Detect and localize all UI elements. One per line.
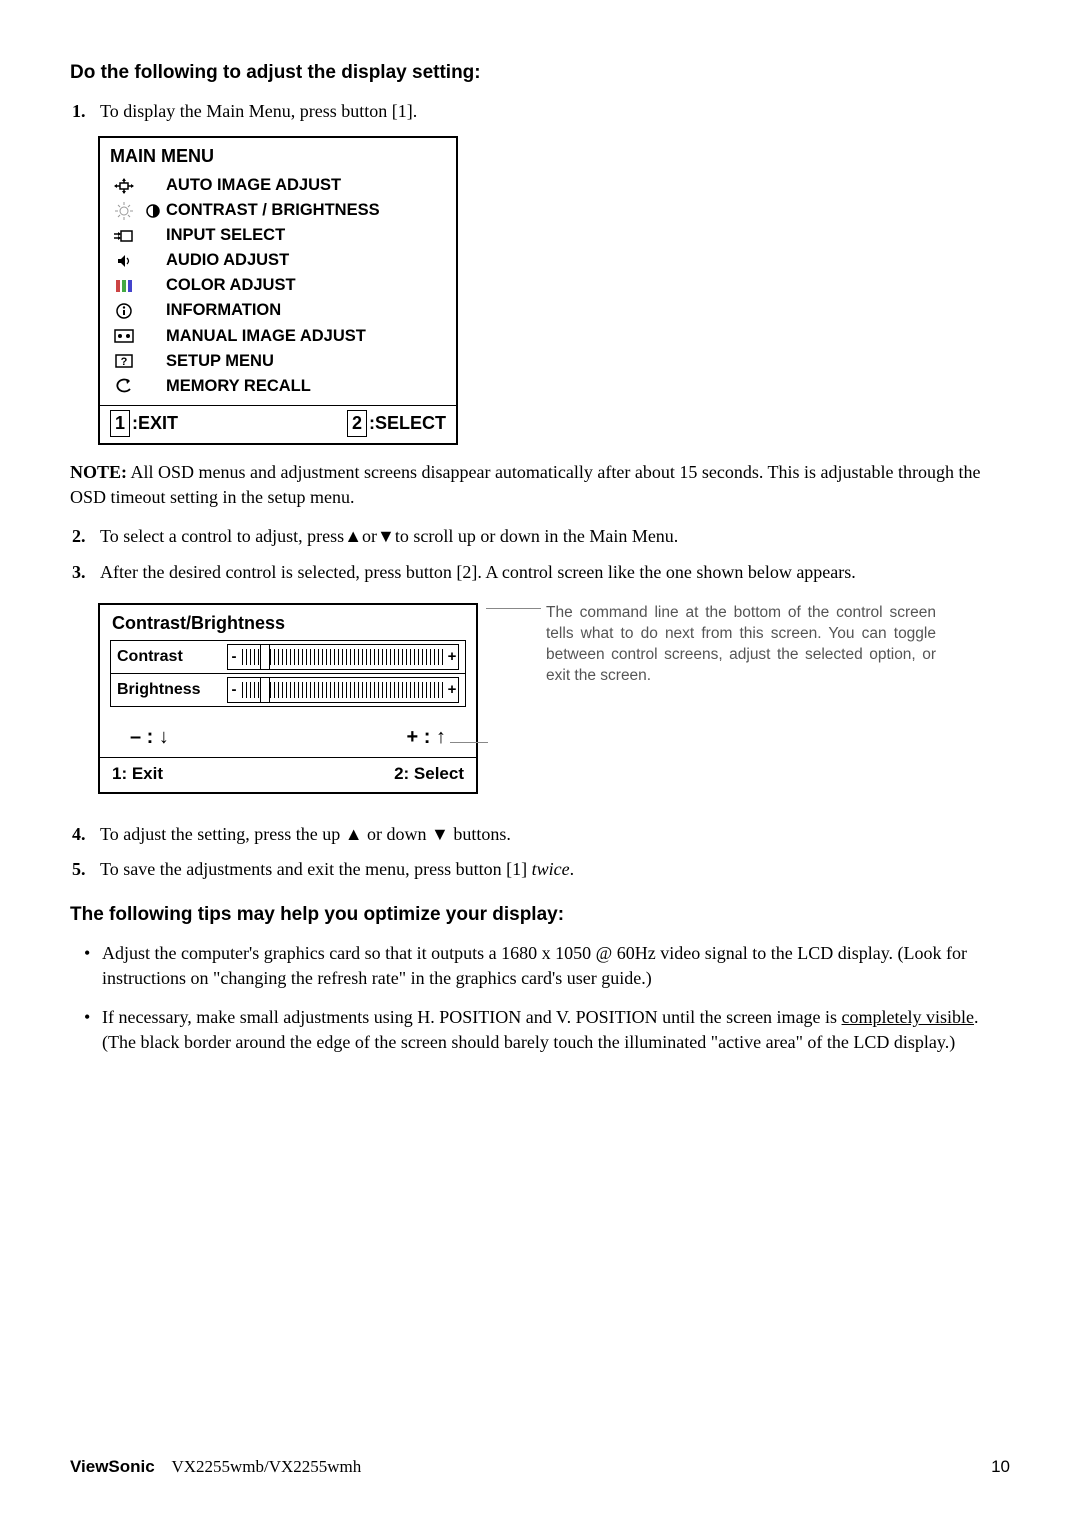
- step-5-text: To save the adjustments and exit the men…: [100, 857, 1010, 882]
- brightness-slider: - +: [227, 677, 459, 703]
- step-5-num: 5.: [72, 857, 100, 882]
- cb-caption: The command line at the bottom of the co…: [546, 603, 936, 687]
- osd-item-auto-image: AUTO IMAGE ADJUST: [110, 173, 446, 198]
- cb-brightness-row: Brightness - +: [111, 674, 465, 706]
- page-footer: ViewSonic VX2255wmb/VX2255wmh 10: [70, 1455, 1010, 1479]
- step-3-text: After the desired control is selected, p…: [100, 560, 1010, 585]
- osd-contrast-brightness: Contrast/Brightness Contrast - + Brightn…: [98, 603, 478, 794]
- tip-1: • Adjust the computer's graphics card so…: [84, 941, 1010, 991]
- osd-item-color: COLOR ADJUST: [110, 273, 446, 298]
- osd-main-menu: MAIN MENU AUTO IMAGE ADJUST CONTRAST / B…: [98, 136, 458, 445]
- audio-icon: [110, 253, 138, 269]
- info-icon: [110, 303, 138, 319]
- up-arrow-icon: ▲: [344, 526, 362, 546]
- minus-down-hint: – : ↓: [130, 723, 169, 751]
- cb-arrow-hints: – : ↓ + : ↑: [100, 715, 476, 757]
- step-4: 4. To adjust the setting, press the up ▲…: [72, 822, 1010, 847]
- note-paragraph: NOTE: All OSD menus and adjustment scree…: [70, 460, 1010, 510]
- osd-item-contrast: CONTRAST / BRIGHTNESS: [110, 198, 446, 223]
- up-arrow-icon: ▲: [345, 824, 363, 844]
- osd-label: INPUT SELECT: [166, 224, 285, 247]
- key-2: 2: [347, 410, 367, 437]
- up-arrow-icon: ↑: [436, 726, 446, 748]
- cb-contrast-row: Contrast - +: [111, 641, 465, 674]
- plus-icon: +: [446, 646, 458, 667]
- cb-select: 2: Select: [394, 762, 464, 786]
- cb-brightness-label: Brightness: [117, 679, 227, 701]
- brightness-icon: [110, 202, 138, 220]
- key-1: 1: [110, 410, 130, 437]
- bullet-icon: •: [84, 941, 102, 991]
- plus-icon: +: [446, 679, 458, 700]
- plus-up-hint: + : ↑: [407, 723, 446, 751]
- step-3-num: 3.: [72, 560, 100, 585]
- cb-contrast-label: Contrast: [117, 646, 227, 668]
- footer-brand: ViewSonic: [70, 1457, 155, 1476]
- heading-adjust: Do the following to adjust the display s…: [70, 60, 1010, 87]
- step-1: 1. To display the Main Menu, press butto…: [72, 99, 1010, 124]
- step-4-num: 4.: [72, 822, 100, 847]
- osd-exit: 1:EXIT: [110, 410, 178, 437]
- step-2: 2. To select a control to adjust, press▲…: [72, 524, 1010, 549]
- osd-title: MAIN MENU: [100, 138, 456, 173]
- osd-item-audio: AUDIO ADJUST: [110, 248, 446, 273]
- step-4-text: To adjust the setting, press the up ▲ or…: [100, 822, 1010, 847]
- tip-1-text: Adjust the computer's graphics card so t…: [102, 941, 1010, 991]
- input-select-icon: [110, 229, 138, 243]
- note-text: All OSD menus and adjustment screens dis…: [70, 462, 981, 507]
- cb-title: Contrast/Brightness: [100, 605, 476, 640]
- page-number: 10: [991, 1455, 1010, 1479]
- cb-exit: 1: Exit: [112, 762, 163, 786]
- recall-icon: [110, 378, 138, 394]
- cb-footer: 1: Exit 2: Select: [100, 757, 476, 792]
- manual-adjust-icon: [110, 329, 138, 343]
- osd-label: MEMORY RECALL: [166, 375, 311, 398]
- step-1-text: To display the Main Menu, press button […: [100, 99, 1010, 124]
- osd-select: 2:SELECT: [347, 410, 446, 437]
- footer-model: VX2255wmb/VX2255wmh: [171, 1457, 361, 1476]
- osd-label: INFORMATION: [166, 299, 281, 322]
- osd-item-memory: MEMORY RECALL: [110, 374, 446, 399]
- contrast-slider: - +: [227, 644, 459, 670]
- tip-2: • If necessary, make small adjustments u…: [84, 1005, 1010, 1055]
- osd-label: AUTO IMAGE ADJUST: [166, 174, 341, 197]
- minus-icon: -: [228, 679, 240, 700]
- osd-label: CONTRAST / BRIGHTNESS: [166, 199, 380, 222]
- note-label: NOTE:: [70, 462, 127, 482]
- step-2-text: To select a control to adjust, press▲or▼…: [100, 524, 1010, 549]
- tip-2-text: If necessary, make small adjustments usi…: [102, 1005, 1010, 1055]
- auto-adjust-icon: [110, 178, 138, 194]
- step-3: 3. After the desired control is selected…: [72, 560, 1010, 585]
- svg-text:?: ?: [121, 356, 128, 368]
- down-arrow-icon: ▼: [431, 824, 449, 844]
- osd-item-input: INPUT SELECT: [110, 223, 446, 248]
- step-5: 5. To save the adjustments and exit the …: [72, 857, 1010, 882]
- osd-item-setup: ? SETUP MENU: [110, 349, 446, 374]
- heading-tips: The following tips may help you optimize…: [70, 902, 1010, 929]
- step-2-num: 2.: [72, 524, 100, 549]
- osd-label: AUDIO ADJUST: [166, 249, 289, 272]
- down-arrow-icon: ↓: [159, 726, 169, 748]
- osd-item-info: INFORMATION: [110, 298, 446, 323]
- osd-label: COLOR ADJUST: [166, 274, 296, 297]
- osd-footer: 1:EXIT 2:SELECT: [100, 405, 456, 443]
- osd-label: SETUP MENU: [166, 350, 274, 373]
- step-1-num: 1.: [72, 99, 100, 124]
- callout-line: [486, 608, 541, 609]
- color-icon: [110, 279, 138, 293]
- osd-item-manual: MANUAL IMAGE ADJUST: [110, 324, 446, 349]
- osd-label: MANUAL IMAGE ADJUST: [166, 325, 366, 348]
- setup-icon: ?: [110, 354, 138, 368]
- minus-icon: -: [228, 646, 240, 667]
- down-arrow-icon: ▼: [377, 526, 395, 546]
- bullet-icon: •: [84, 1005, 102, 1055]
- contrast-icon: [144, 204, 162, 218]
